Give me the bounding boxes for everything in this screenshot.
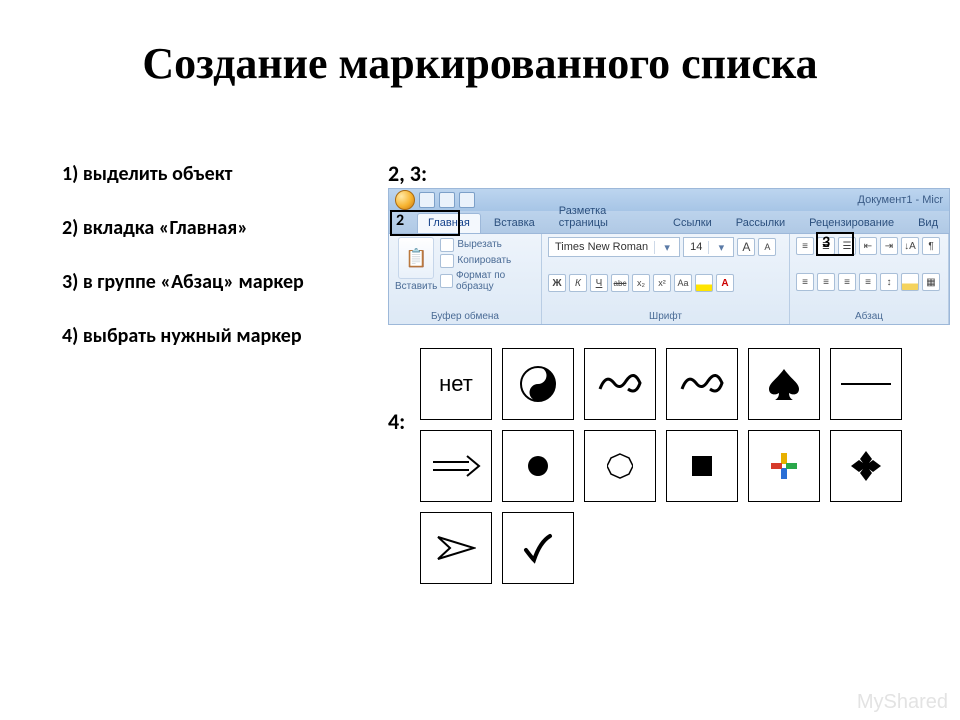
page-title: Создание маркированного списка xyxy=(0,38,960,89)
save-icon[interactable] xyxy=(419,192,435,208)
group-font-label: Шрифт xyxy=(548,309,783,322)
bullet-none[interactable]: нет xyxy=(420,348,492,420)
disc-icon xyxy=(526,454,550,478)
undo-icon[interactable] xyxy=(439,192,455,208)
word-ribbon: Документ1 - Micr Главная Вставка Разметк… xyxy=(388,188,950,325)
tab-mailings[interactable]: Рассылки xyxy=(725,213,796,233)
change-case-button[interactable]: Aa xyxy=(674,274,692,292)
arrowhead-icon xyxy=(436,533,476,563)
paste-icon[interactable]: 📋 xyxy=(398,237,434,279)
scissors-icon xyxy=(440,238,454,252)
bullets-button[interactable]: ≡ xyxy=(796,237,814,255)
tab-review[interactable]: Рецензирование xyxy=(798,213,905,233)
tab-references[interactable]: Ссылки xyxy=(662,213,723,233)
watermark: MyShared xyxy=(857,691,948,714)
step-2: 2) вкладка «Главная» xyxy=(62,214,304,242)
flourish-icon xyxy=(596,369,644,399)
bullet-dash[interactable] xyxy=(830,348,902,420)
ribbon-tabs: Главная Вставка Разметка страницы Ссылки… xyxy=(389,211,949,234)
tab-view[interactable]: Вид xyxy=(907,213,949,233)
callout-number-3: 3 xyxy=(822,233,830,252)
bullet-check[interactable] xyxy=(502,512,574,584)
superscript-button[interactable]: x² xyxy=(653,274,671,292)
font-color-button[interactable]: A xyxy=(716,274,734,292)
subscript-button[interactable]: x₂ xyxy=(632,274,650,292)
step-1: 1) выделить объект xyxy=(62,160,304,188)
format-painter-button[interactable]: Формат по образцу xyxy=(440,270,535,292)
step-4: 4) выбрать нужный маркер xyxy=(62,322,304,350)
bold-button[interactable]: Ж xyxy=(548,274,566,292)
brush-icon xyxy=(440,274,453,288)
group-paragraph-label: Абзац xyxy=(796,309,942,322)
italic-button[interactable]: К xyxy=(569,274,587,292)
dash-icon xyxy=(841,381,891,387)
multilevel-button[interactable]: ☰ xyxy=(838,237,856,255)
bullet-yinyang[interactable] xyxy=(502,348,574,420)
align-right-button[interactable]: ≡ xyxy=(838,273,856,291)
shading-button[interactable] xyxy=(901,273,919,291)
yinyang-icon xyxy=(520,366,556,402)
strike-button[interactable]: abc xyxy=(611,274,629,292)
paste-button[interactable]: Вставить xyxy=(395,281,437,292)
highlight-color-button[interactable] xyxy=(695,274,713,292)
group-clipboard-label: Буфер обмена xyxy=(395,309,535,322)
shrink-font-icon[interactable]: A xyxy=(758,238,776,256)
tab-page-layout[interactable]: Разметка страницы xyxy=(548,201,660,233)
check-icon xyxy=(522,532,554,564)
label-4: 4: xyxy=(388,408,405,435)
copy-button[interactable]: Копировать xyxy=(440,254,535,268)
bullet-plus-color[interactable] xyxy=(748,430,820,502)
bullet-arrow[interactable] xyxy=(420,430,492,502)
callout-number-2: 2 xyxy=(396,211,404,230)
align-left-button[interactable]: ≡ xyxy=(796,273,814,291)
four-diamond-icon xyxy=(849,449,883,483)
bullet-flourish-2[interactable] xyxy=(666,348,738,420)
redo-icon[interactable] xyxy=(459,192,475,208)
square-icon xyxy=(692,456,712,476)
color-plus-icon xyxy=(769,451,799,481)
sort-button[interactable]: ↓A xyxy=(901,237,919,255)
steps-list: 1) выделить объект 2) вкладка «Главная» … xyxy=(62,160,304,376)
double-arrow-icon xyxy=(431,454,481,478)
show-marks-button[interactable]: ¶ xyxy=(922,237,940,255)
line-spacing-button[interactable]: ↕ xyxy=(880,273,898,291)
bullet-arrowhead[interactable] xyxy=(420,512,492,584)
bullet-disc[interactable] xyxy=(502,430,574,502)
label-2-3: 2, 3: xyxy=(388,160,427,187)
bullet-circle[interactable] xyxy=(584,430,656,502)
copy-icon xyxy=(440,254,454,268)
bullet-library: нет xyxy=(420,348,920,594)
quick-access-toolbar: Документ1 - Micr xyxy=(389,189,949,211)
group-paragraph: ≡ ≣ ☰ ⇤ ⇥ ↓A ¶ ≡ ≡ ≡ ≡ ↕ ▦ Абзац xyxy=(790,234,949,324)
increase-indent-button[interactable]: ⇥ xyxy=(880,237,898,255)
tab-home[interactable]: Главная xyxy=(417,213,481,233)
office-button-icon[interactable] xyxy=(395,190,415,210)
bullet-flourish-1[interactable] xyxy=(584,348,656,420)
grow-font-icon[interactable]: A xyxy=(737,238,755,256)
font-name-select[interactable]: Times New Roman▾ xyxy=(548,237,680,257)
group-font: Times New Roman▾ 14▾ A A Ж К Ч abc x₂ x²… xyxy=(542,234,790,324)
justify-button[interactable]: ≡ xyxy=(859,273,877,291)
align-center-button[interactable]: ≡ xyxy=(817,273,835,291)
circle-icon xyxy=(607,453,633,479)
group-clipboard: 📋 Вставить Вырезать Копировать Формат по… xyxy=(389,234,542,324)
underline-button[interactable]: Ч xyxy=(590,274,608,292)
window-title: Документ1 - Micr xyxy=(858,194,943,206)
font-size-select[interactable]: 14▾ xyxy=(683,237,734,257)
step-3: 3) в группе «Абзац» маркер xyxy=(62,268,304,296)
bullet-spade[interactable] xyxy=(748,348,820,420)
cut-button[interactable]: Вырезать xyxy=(440,238,535,252)
bullet-diamond4[interactable] xyxy=(830,430,902,502)
spade-icon xyxy=(767,367,801,401)
decrease-indent-button[interactable]: ⇤ xyxy=(859,237,877,255)
tab-insert[interactable]: Вставка xyxy=(483,213,546,233)
flourish2-icon xyxy=(678,369,726,399)
bullet-square[interactable] xyxy=(666,430,738,502)
borders-button[interactable]: ▦ xyxy=(922,273,940,291)
